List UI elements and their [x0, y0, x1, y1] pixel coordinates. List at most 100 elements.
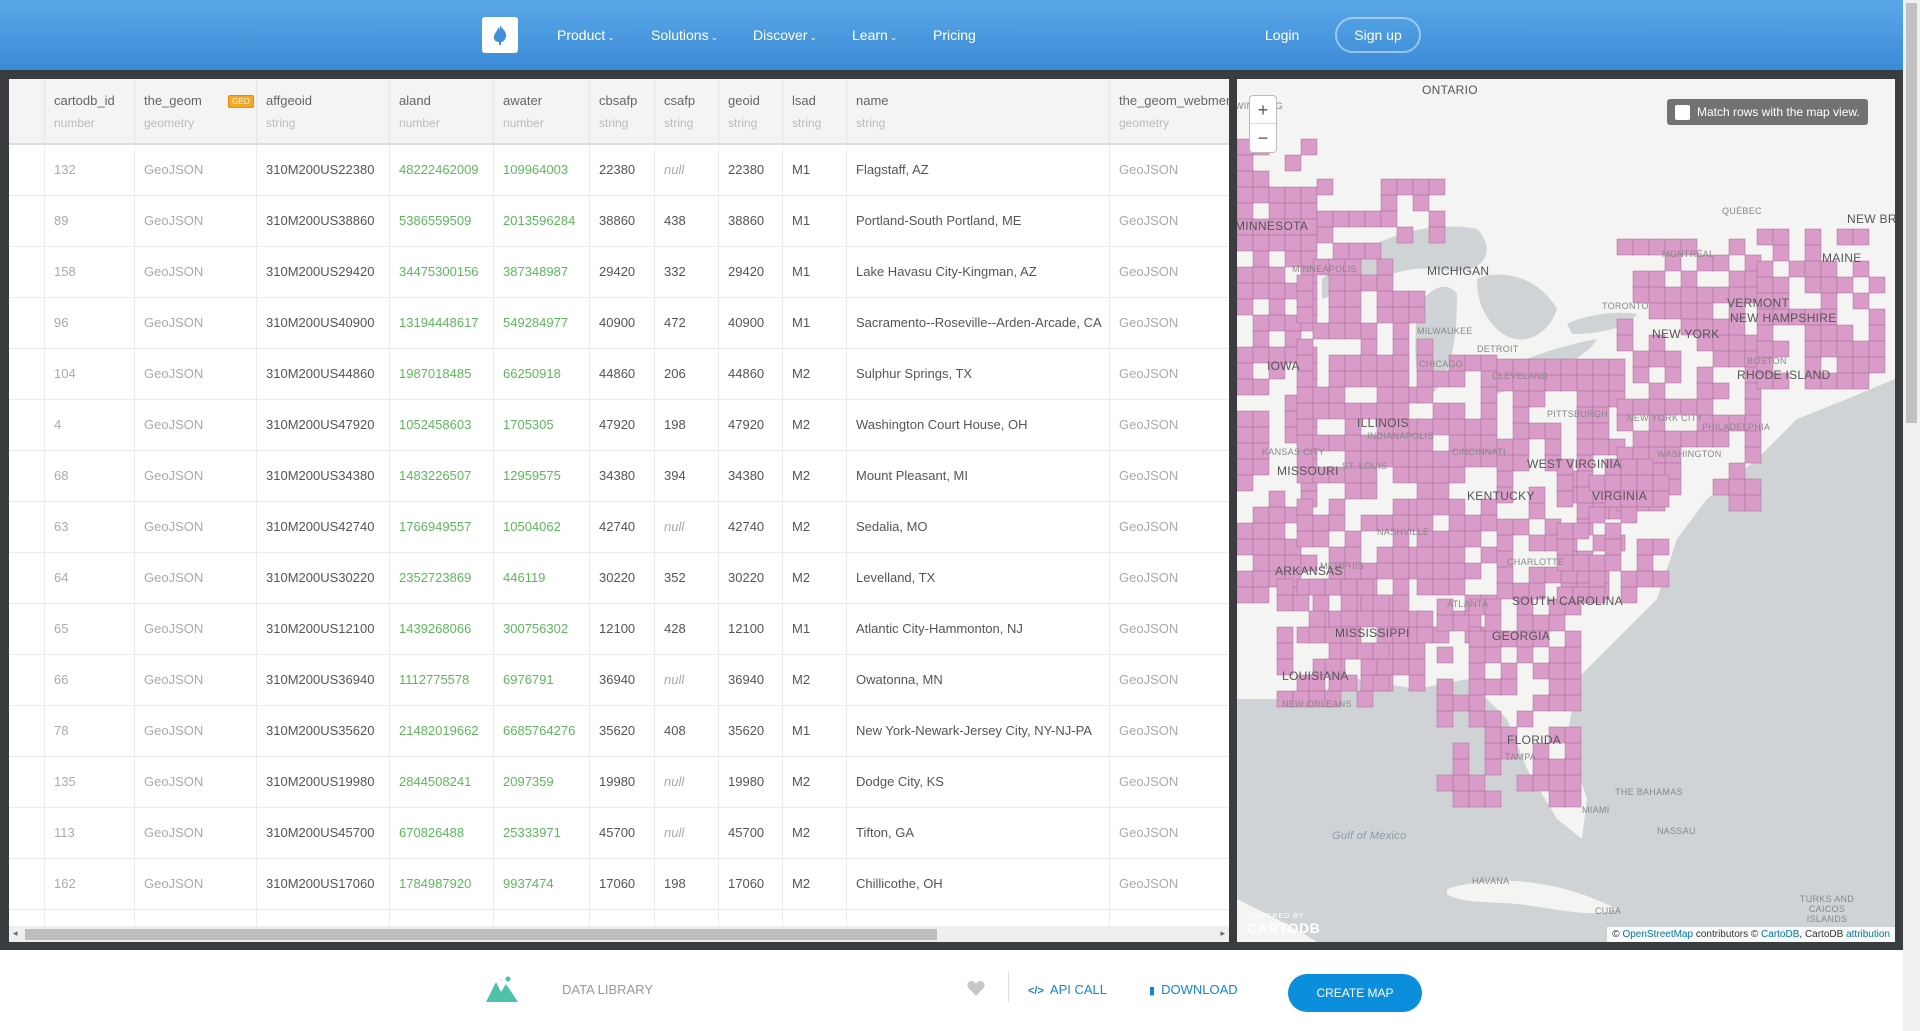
cell-aland[interactable]: 1784987920 [389, 859, 493, 910]
cell-the-geom-webmercator[interactable]: GeoJSON [1109, 502, 1229, 553]
cell-the-geom[interactable]: GeoJSON [134, 451, 256, 502]
metro-area-polygon[interactable] [1576, 374, 1594, 392]
row-gutter[interactable] [9, 247, 44, 298]
metro-area-polygon[interactable] [1756, 340, 1774, 358]
cell-lsad[interactable]: M1 [782, 706, 846, 757]
cell-aland[interactable]: 13194448617 [389, 298, 493, 349]
cell-geoid[interactable]: 22380 [718, 145, 782, 196]
metro-area-polygon[interactable] [1664, 430, 1682, 448]
metro-area-polygon[interactable] [1360, 482, 1378, 500]
data-library-link[interactable]: DATA LIBRARY [562, 982, 653, 997]
metro-area-polygon[interactable] [1500, 678, 1518, 696]
metro-area-polygon[interactable] [1836, 276, 1854, 294]
cell-csafp[interactable]: 198 [654, 859, 718, 910]
metro-area-polygon[interactable] [1496, 518, 1514, 536]
metro-area-polygon[interactable] [1448, 578, 1466, 596]
metro-area-polygon[interactable] [1564, 662, 1582, 680]
metro-area-polygon[interactable] [1376, 562, 1394, 580]
cell-lsad[interactable]: M2 [782, 757, 846, 808]
cell-awater[interactable]: 109964003 [493, 145, 589, 196]
cell-affgeoid[interactable]: 310M200US30220 [256, 553, 389, 604]
cell-awater[interactable]: 1705305 [493, 400, 589, 451]
cell-cartodb-id[interactable]: 135 [44, 757, 134, 808]
metro-area-polygon[interactable] [1432, 530, 1450, 548]
metro-area-polygon[interactable] [1428, 226, 1446, 244]
cell-awater[interactable]: 446119 [493, 553, 589, 604]
metro-area-polygon[interactable] [1376, 546, 1394, 564]
metro-area-polygon[interactable] [1268, 490, 1286, 508]
metro-area-polygon[interactable] [1376, 354, 1394, 372]
cell-the-geom-webmercator[interactable]: GeoJSON [1109, 298, 1229, 349]
row-gutter[interactable] [9, 349, 44, 400]
row-gutter[interactable] [9, 808, 44, 859]
metro-area-polygon[interactable] [1576, 422, 1594, 440]
map-view[interactable]: ONTARIO MINNESOTA MINNEAPOLIS MICHIGAN MILWA… [1237, 79, 1895, 942]
metro-area-polygon[interactable] [1484, 790, 1502, 808]
metro-area-polygon[interactable] [1268, 314, 1286, 332]
metro-area-polygon[interactable] [1328, 370, 1346, 388]
row-gutter[interactable] [9, 757, 44, 808]
metro-area-polygon[interactable] [1836, 372, 1854, 390]
metro-area-polygon[interactable] [1512, 438, 1530, 456]
metro-area-polygon[interactable] [1237, 266, 1254, 284]
metro-area-polygon[interactable] [1452, 742, 1470, 760]
metro-area-polygon[interactable] [1364, 242, 1382, 260]
metro-area-polygon[interactable] [1432, 370, 1450, 388]
metro-area-polygon[interactable] [1592, 374, 1610, 392]
metro-area-polygon[interactable] [1237, 538, 1254, 556]
cell-affgeoid[interactable]: 310M200US40900 [256, 298, 389, 349]
cell-name[interactable]: Dodge City, KS [846, 757, 1109, 808]
metro-area-polygon[interactable] [1380, 178, 1398, 196]
cell-csafp[interactable]: 394 [654, 451, 718, 502]
row-gutter[interactable] [9, 451, 44, 502]
page-scroll-thumb[interactable] [1906, 3, 1917, 423]
metro-area-polygon[interactable] [1237, 410, 1254, 428]
cell-lsad[interactable]: M2 [782, 808, 846, 859]
metro-area-polygon[interactable] [1496, 582, 1514, 600]
cell-cbsafp[interactable]: 47920 [589, 400, 654, 451]
cell-lsad[interactable]: M2 [782, 502, 846, 553]
column-header-lsad[interactable]: lsad string [782, 79, 846, 145]
metro-area-polygon[interactable] [1296, 290, 1314, 308]
metro-area-polygon[interactable] [1868, 340, 1886, 358]
metro-area-polygon[interactable] [1392, 290, 1410, 308]
metro-area-polygon[interactable] [1360, 322, 1378, 340]
metro-area-polygon[interactable] [1448, 370, 1466, 388]
api-call-button[interactable]: </> API CALL [1028, 982, 1107, 997]
metro-area-polygon[interactable] [1252, 378, 1270, 396]
metro-area-polygon[interactable] [1376, 306, 1394, 324]
cell-cbsafp[interactable]: 40900 [589, 298, 654, 349]
metro-area-polygon[interactable] [1312, 530, 1330, 548]
metro-area-polygon[interactable] [1632, 350, 1650, 368]
table-row[interactable]: 135 GeoJSON 310M200US19980 2844508241 209735… [9, 757, 1229, 808]
metro-area-polygon[interactable] [1588, 554, 1606, 572]
metro-area-polygon[interactable] [1237, 522, 1254, 540]
metro-area-polygon[interactable] [1392, 546, 1410, 564]
metro-area-polygon[interactable] [1608, 358, 1626, 376]
cell-csafp[interactable]: 332 [654, 247, 718, 298]
metro-area-polygon[interactable] [1728, 478, 1746, 496]
metro-area-polygon[interactable] [1360, 274, 1378, 292]
cell-awater[interactable]: 66250918 [493, 349, 589, 400]
metro-area-polygon[interactable] [1696, 286, 1714, 304]
match-rows-checkbox[interactable] [1675, 105, 1690, 120]
cell-cartodb-id[interactable]: 66 [44, 655, 134, 706]
metro-area-polygon[interactable] [1500, 662, 1518, 680]
metro-area-polygon[interactable] [1452, 614, 1470, 632]
cell-cbsafp[interactable]: 12100 [589, 604, 654, 655]
metro-area-polygon[interactable] [1572, 554, 1590, 572]
cell-geoid[interactable]: 30220 [718, 553, 782, 604]
cell-affgeoid[interactable]: 310M200US36940 [256, 655, 389, 706]
metro-area-polygon[interactable] [1328, 434, 1346, 452]
metro-area-polygon[interactable] [1392, 658, 1410, 676]
metro-area-polygon[interactable] [1544, 422, 1562, 440]
metro-area-polygon[interactable] [1252, 282, 1270, 300]
cell-name[interactable]: Sacramento--Roseville--Arden-Arcade, CA [846, 298, 1109, 349]
cell-name[interactable]: Chillicothe, OH [846, 859, 1109, 910]
cell-the-geom-webmercator[interactable]: GeoJSON [1109, 553, 1229, 604]
metro-area-polygon[interactable] [1392, 306, 1410, 324]
cell-name[interactable]: Washington Court House, OH [846, 400, 1109, 451]
metro-area-polygon[interactable] [1820, 276, 1838, 294]
metro-area-polygon[interactable] [1728, 350, 1746, 368]
metro-area-polygon[interactable] [1252, 506, 1270, 524]
